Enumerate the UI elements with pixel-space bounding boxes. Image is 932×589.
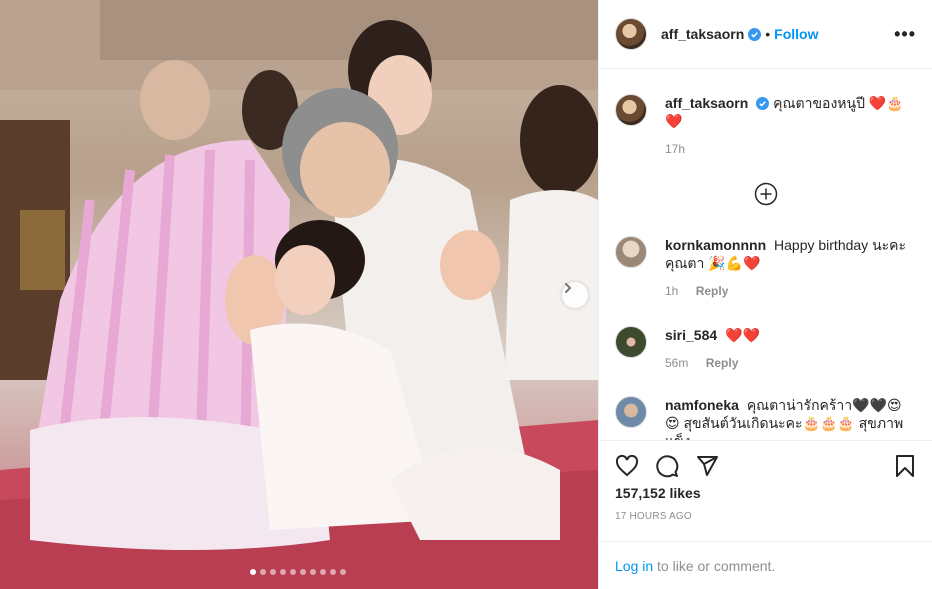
author-username[interactable]: aff_taksaorn (661, 26, 744, 42)
caption-username[interactable]: aff_taksaorn (665, 95, 748, 111)
carousel-dot (300, 569, 306, 575)
carousel-dot (270, 569, 276, 575)
carousel-dot (310, 569, 316, 575)
share-send-icon[interactable] (695, 454, 719, 478)
comment-bubble-icon[interactable] (655, 454, 679, 478)
verified-badge-icon (748, 27, 762, 41)
carousel-dot (330, 569, 336, 575)
carousel-dot (340, 569, 346, 575)
reply-button[interactable]: Reply (696, 284, 729, 298)
comment-time[interactable]: 1h (665, 284, 678, 298)
save-bookmark-icon[interactable] (893, 454, 917, 478)
commenter-username[interactable]: siri_584 (665, 327, 717, 343)
likes-count[interactable]: 157,152 likes (615, 485, 917, 501)
caption: aff_taksaorn คุณตาของหนูปี ❤️🎂 ❤️ 17h (615, 94, 915, 156)
reply-button[interactable]: Reply (706, 356, 739, 370)
author-avatar[interactable] (615, 18, 647, 50)
commenter-username[interactable]: namfoneka (665, 397, 739, 413)
verified-badge-icon (756, 97, 770, 110)
login-link[interactable]: Log in (615, 558, 653, 574)
carousel-dot (250, 569, 256, 575)
carousel-dot (290, 569, 296, 575)
comment-item: namfoneka คุณตาน่ารักคร้าา🖤🖤😍😍 สุขสันต์ว… (615, 396, 915, 440)
caption-avatar[interactable] (615, 94, 647, 126)
post-side-panel: aff_taksaorn • Follow ••• aff_taksaorn ค… (598, 0, 932, 589)
follow-button[interactable]: Follow (774, 26, 818, 42)
like-heart-icon[interactable] (615, 454, 639, 478)
commenter-avatar[interactable] (615, 396, 647, 428)
login-prompt: Log in to like or comment. (599, 541, 932, 589)
chevron-right-icon (565, 283, 572, 293)
separator-bullet: • (765, 26, 771, 42)
carousel-dot (320, 569, 326, 575)
comment-item: kornkamonnnn Happy birthday นะคะ คุณตา 🎉… (615, 236, 915, 298)
photo-illustration (0, 0, 598, 589)
carousel-dots (250, 569, 346, 575)
carousel-dot (280, 569, 286, 575)
caption-time[interactable]: 17h (665, 142, 685, 156)
post-timestamp[interactable]: 17 HOURS AGO (615, 511, 917, 522)
commenter-username[interactable]: kornkamonnnn (665, 237, 766, 253)
post-photo (0, 0, 598, 589)
comment-time[interactable]: 56m (665, 356, 688, 370)
commenter-avatar[interactable] (615, 326, 647, 358)
comment-item: siri_584 ❤️❤️ 56m Reply (615, 326, 915, 370)
next-photo-button[interactable] (562, 282, 588, 308)
more-options-button[interactable]: ••• (894, 24, 916, 45)
post-actions: 157,152 likes 17 HOURS AGO (599, 440, 932, 522)
load-more-comments-icon[interactable] (754, 182, 778, 206)
comments-list: aff_taksaorn คุณตาของหนูปี ❤️🎂 ❤️ 17h ko… (599, 70, 932, 440)
comment-text: ❤️❤️ (725, 327, 760, 343)
login-prompt-text: to like or comment. (653, 557, 776, 574)
caption-text: คุณตาของหนูปี (773, 95, 865, 111)
commenter-avatar[interactable] (615, 236, 647, 268)
carousel-dot (260, 569, 266, 575)
post-header: aff_taksaorn • Follow ••• (599, 0, 932, 69)
